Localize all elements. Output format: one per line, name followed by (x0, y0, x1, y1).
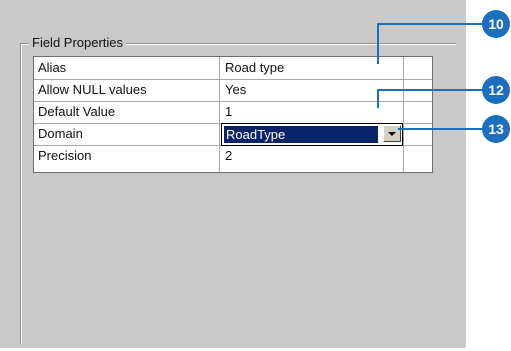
callout-badge-13: 13 (482, 115, 510, 143)
callout-line-10 (377, 23, 482, 64)
callout-badge-12: 12 (482, 76, 510, 104)
callout-badge-10: 10 (482, 10, 510, 38)
callout-lines (377, 23, 482, 130)
callout-line-12 (377, 89, 482, 108)
